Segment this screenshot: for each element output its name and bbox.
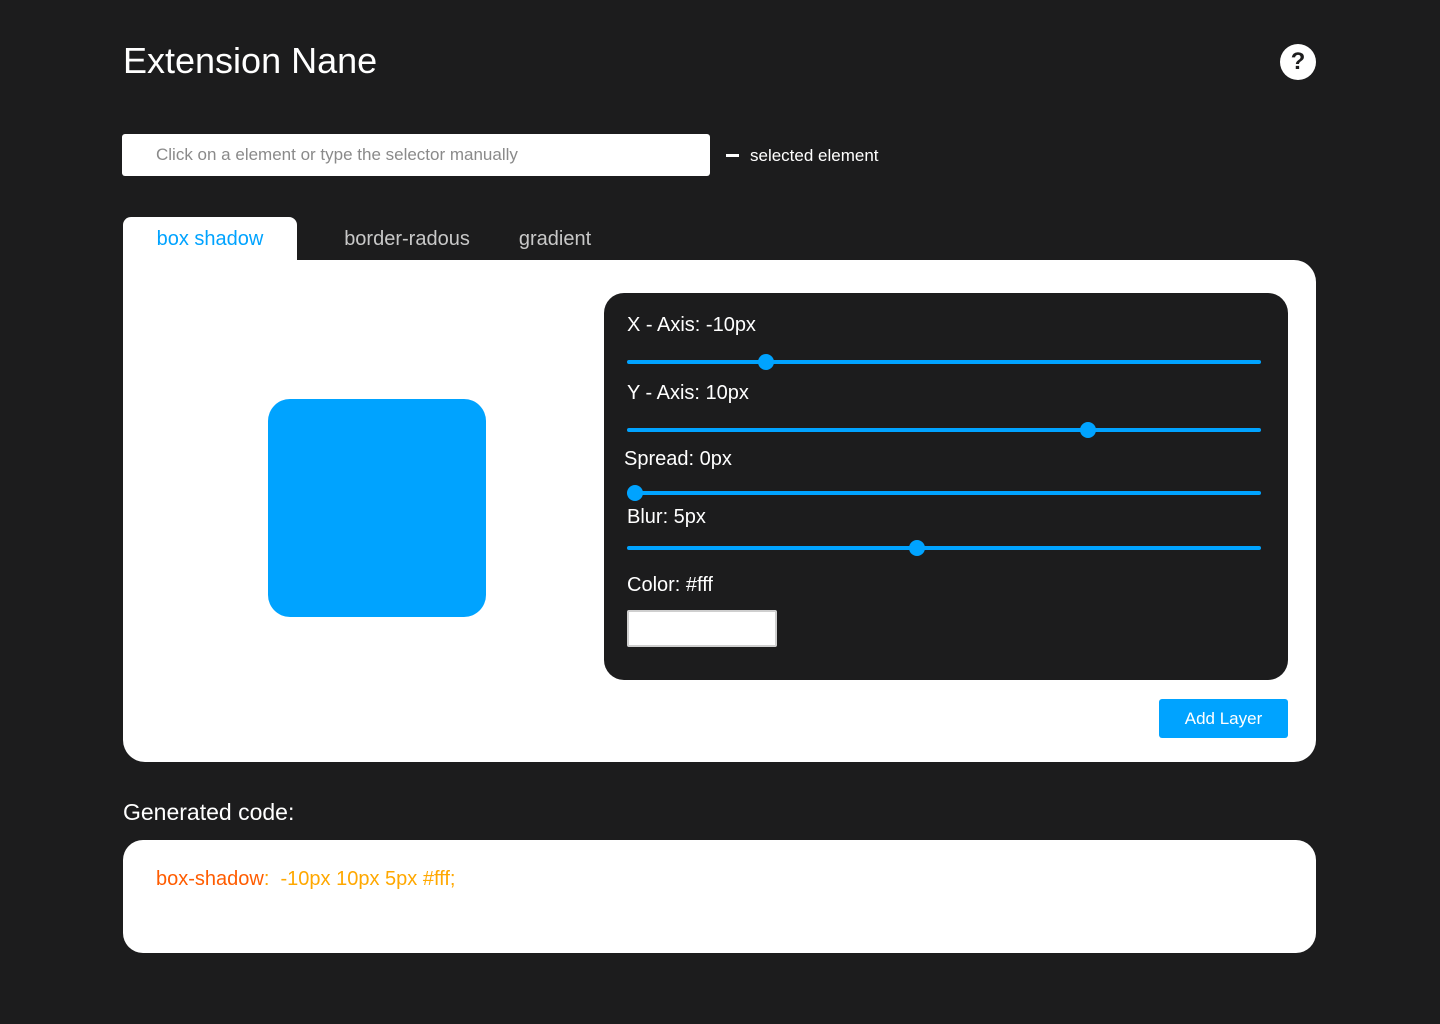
code-property: box-shadow <box>156 868 264 890</box>
spread-slider[interactable] <box>626 483 1261 503</box>
slider-thumb[interactable] <box>908 540 925 556</box>
slider-track <box>627 491 1261 495</box>
shadow-preview-box <box>268 399 486 617</box>
editor-panel: X - Axis: -10px Y - Axis: 10px Spread: 0… <box>123 260 1316 762</box>
x-axis-label: X - Axis: -10px <box>627 314 756 336</box>
color-label: Color: #fff <box>627 574 713 596</box>
x-axis-slider[interactable] <box>627 352 1261 372</box>
add-layer-button[interactable]: Add Layer <box>1159 699 1288 738</box>
tab-border-radius[interactable]: border-radous <box>340 217 474 261</box>
tab-box-shadow[interactable]: box shadow <box>123 217 297 261</box>
selected-element-label: selected element <box>750 146 879 165</box>
tab-gradient[interactable]: gradient <box>514 217 596 261</box>
blur-slider[interactable] <box>627 538 1261 558</box>
color-picker[interactable] <box>627 610 777 647</box>
slider-track <box>627 428 1261 432</box>
generated-code-title: Generated code: <box>123 799 295 825</box>
y-axis-label: Y - Axis: 10px <box>627 382 749 404</box>
help-button[interactable]: ? <box>1280 44 1316 80</box>
spread-label: Spread: 0px <box>624 448 732 470</box>
y-axis-slider[interactable] <box>627 420 1261 440</box>
slider-thumb[interactable] <box>758 354 775 370</box>
slider-track <box>627 546 1261 550</box>
controls-panel: X - Axis: -10px Y - Axis: 10px Spread: 0… <box>604 293 1288 680</box>
generated-code-box: box-shadow: -10px 10px 5px #fff; <box>123 840 1316 953</box>
question-mark-icon: ? <box>1290 48 1306 75</box>
slider-thumb[interactable] <box>1079 422 1096 438</box>
page: Extension Nane ? selected element box sh… <box>0 0 1440 1024</box>
app-title: Extension Nane <box>123 40 378 81</box>
code-value: -10px 10px 5px #fff; <box>269 868 456 890</box>
selector-input[interactable] <box>122 134 710 176</box>
minus-icon <box>726 154 739 157</box>
slider-thumb[interactable] <box>626 485 643 501</box>
slider-track <box>627 360 1261 364</box>
blur-label: Blur: 5px <box>627 506 706 528</box>
code-line: box-shadow: -10px 10px 5px #fff; <box>156 867 455 891</box>
